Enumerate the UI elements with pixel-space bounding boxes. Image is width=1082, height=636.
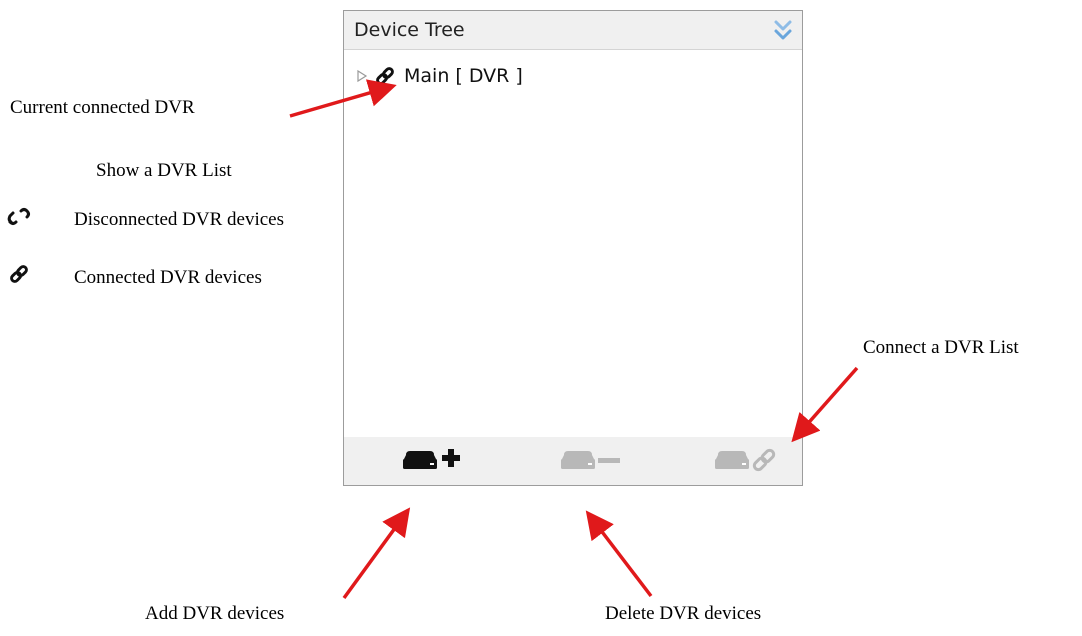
arrow-add-devices (342, 507, 411, 600)
annotation-arrows (289, 79, 859, 600)
arrow-delete-devices (585, 510, 653, 598)
arrow-current-connected (289, 79, 397, 118)
arrow-connect-list (791, 366, 859, 443)
